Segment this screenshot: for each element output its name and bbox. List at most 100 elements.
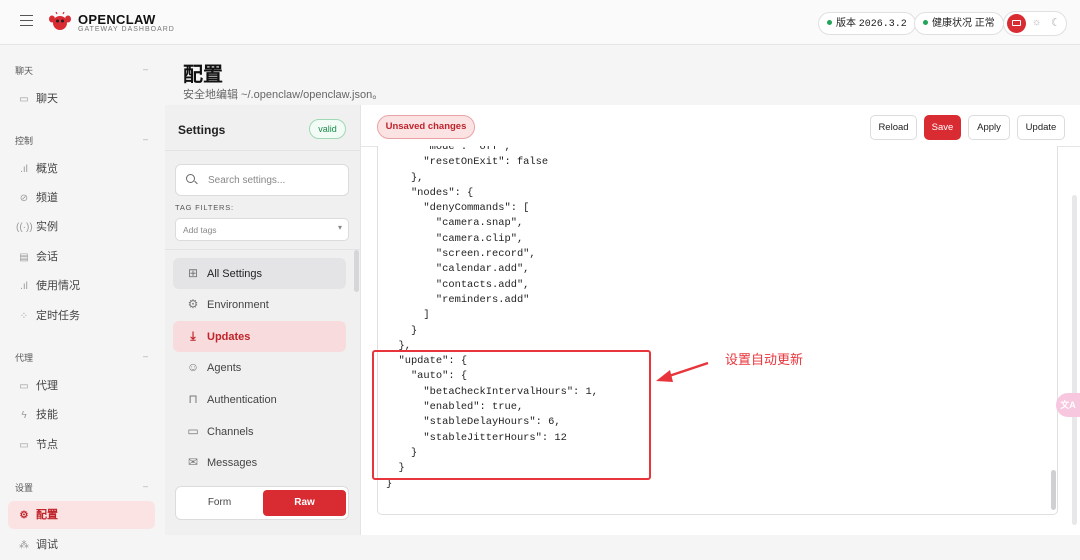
annotation-highlight-box	[372, 350, 651, 480]
code-line: "denyCommands": [	[386, 202, 530, 215]
bolt-icon: ϟ	[21, 410, 27, 421]
health-value: 正常	[974, 18, 995, 29]
update-button[interactable]: Update	[1017, 115, 1065, 140]
divider	[165, 150, 361, 151]
bug-icon: ⁂	[19, 540, 29, 551]
brand-name: OPENCLAW	[78, 12, 156, 27]
save-button[interactable]: Save	[924, 115, 961, 140]
sidebar-item-cron[interactable]: ⁘ 定时任务	[8, 302, 155, 330]
code-line: "mode": "off",	[386, 146, 511, 153]
sidebar-item-label: 调试	[36, 539, 58, 551]
annotation-arrow-icon	[656, 361, 709, 382]
gear-icon: ⚙	[19, 510, 29, 521]
sidebar-item-chat[interactable]: ▭ 聊天	[8, 85, 155, 113]
unsaved-changes-badge: Unsaved changes	[377, 115, 475, 139]
settings-item-updates[interactable]: ⤓ Updates	[173, 321, 346, 352]
sidebar-item-usage[interactable]: .ıl 使用情况	[8, 272, 155, 300]
sidebar-item-overview[interactable]: .ıl 概览	[8, 155, 155, 183]
sidebar-item-debug[interactable]: ⁂ 调试	[8, 531, 155, 559]
collapse-icon[interactable]: –	[143, 64, 148, 74]
sidebar-item-skills[interactable]: ϟ 技能	[8, 401, 155, 429]
code-line: "camera.clip",	[386, 232, 524, 245]
theme-system-button[interactable]	[1007, 14, 1026, 33]
settings-item-label: Authentication	[207, 394, 277, 406]
collapse-icon[interactable]: –	[143, 481, 148, 491]
monitor-icon	[1012, 20, 1021, 26]
code-line: "reminders.add"	[386, 293, 530, 306]
sidebar-item-label: 定时任务	[36, 310, 80, 322]
theme-light-button[interactable]: ☼	[1032, 17, 1041, 28]
sidebar-section-chat[interactable]: 聊天	[15, 64, 33, 77]
settings-search-input[interactable]: Search settings...	[175, 164, 349, 196]
link-icon: ⊘	[19, 193, 29, 204]
settings-item-channels[interactable]: ▭ Channels	[173, 416, 346, 447]
sidebar-section-control[interactable]: 控制	[15, 134, 33, 147]
version-badge: 版本 2026.3.2	[818, 12, 916, 35]
form-mode-button[interactable]: Form	[176, 487, 263, 519]
code-line: "calendar.add",	[386, 263, 530, 276]
version-value: 2026.3.2	[858, 19, 907, 30]
folder-icon: ▭	[19, 381, 29, 392]
settings-item-messages[interactable]: ✉ Messages	[173, 447, 346, 478]
sidebar-item-config[interactable]: ⚙ 配置	[8, 501, 155, 529]
lock-icon: ⊓	[188, 392, 198, 406]
sidebar-item-channels[interactable]: ⊘ 频道	[8, 184, 155, 212]
settings-item-label: Agents	[207, 362, 242, 374]
settings-scrollbar[interactable]	[354, 250, 359, 292]
status-dot-icon	[827, 20, 832, 25]
sidebar-item-nodes[interactable]: ▭ 节点	[8, 431, 155, 459]
sidebar-item-label: 使用情况	[36, 280, 80, 292]
sidebar-item-sessions[interactable]: ▤ 会话	[8, 243, 155, 271]
settings-item-environment[interactable]: ⚙ Environment	[173, 289, 346, 320]
lobster-logo-icon	[49, 12, 71, 30]
sidebar-item-label: 会话	[36, 251, 58, 263]
raw-mode-button[interactable]: Raw	[263, 490, 346, 516]
code-line: "resetOnExit": false	[386, 156, 549, 169]
code-line: "screen.record",	[386, 248, 536, 261]
code-line: },	[386, 171, 424, 184]
settings-item-label: Channels	[207, 426, 254, 438]
search-icon	[186, 174, 195, 183]
editor-scrollbar[interactable]	[1051, 470, 1056, 510]
page-title: 配置	[183, 64, 223, 86]
tags-placeholder: Add tags	[183, 225, 217, 235]
code-line: "nodes": {	[386, 186, 474, 199]
settings-title: Settings	[178, 123, 226, 137]
bar-chart-icon: .ıl	[20, 164, 28, 175]
collapse-icon[interactable]: –	[143, 351, 148, 361]
menu-icon[interactable]	[20, 15, 33, 26]
sidebar-item-instances[interactable]: ((·)) 实例	[8, 213, 155, 241]
health-label: 健康状况	[932, 18, 972, 29]
settings-item-label: Environment	[207, 299, 269, 311]
settings-item-label: All Settings	[207, 268, 263, 280]
page-subtitle: 安全地编辑 ~/.openclaw/openclaw.json。	[183, 89, 384, 101]
code-line: "contacts.add",	[386, 278, 530, 291]
gear-icon: ⚙	[187, 297, 199, 311]
version-label: 版本	[836, 18, 856, 29]
download-icon: ⤓	[190, 329, 196, 343]
document-icon: ▤	[19, 252, 29, 263]
robot-icon: ☺	[186, 360, 200, 374]
floating-assistant-icon[interactable]: 文A	[1056, 393, 1080, 417]
sidebar-item-label: 技能	[36, 409, 58, 421]
reload-button[interactable]: Reload	[870, 115, 917, 140]
chat-icon: ▭	[187, 424, 199, 438]
settings-item-authentication[interactable]: ⊓ Authentication	[173, 384, 346, 415]
collapse-icon[interactable]: –	[143, 134, 148, 144]
health-badge: 健康状况 正常	[914, 12, 1004, 35]
page-scrollbar[interactable]	[1072, 195, 1077, 525]
sidebar-item-label: 代理	[36, 380, 58, 392]
sidebar-item-agents[interactable]: ▭ 代理	[8, 372, 155, 400]
tags-select[interactable]: Add tags ▾	[175, 218, 349, 241]
settings-item-agents[interactable]: ☺ Agents	[173, 352, 346, 383]
sidebar-item-label: 配置	[36, 509, 58, 521]
theme-dark-button[interactable]: ☾	[1051, 16, 1061, 29]
sidebar-section-settings[interactable]: 设置	[15, 481, 33, 494]
apply-button[interactable]: Apply	[968, 115, 1010, 140]
top-bar: OPENCLAW GATEWAY DASHBOARD 版本 2026.3.2 健…	[0, 0, 1080, 45]
settings-item-all[interactable]: ⊞ All Settings	[173, 258, 346, 289]
sidebar-section-agents[interactable]: 代理	[15, 351, 33, 364]
sidebar-item-label: 概览	[36, 163, 58, 175]
grid-icon: ⊞	[187, 266, 199, 280]
monitor-icon: ▭	[19, 440, 29, 451]
